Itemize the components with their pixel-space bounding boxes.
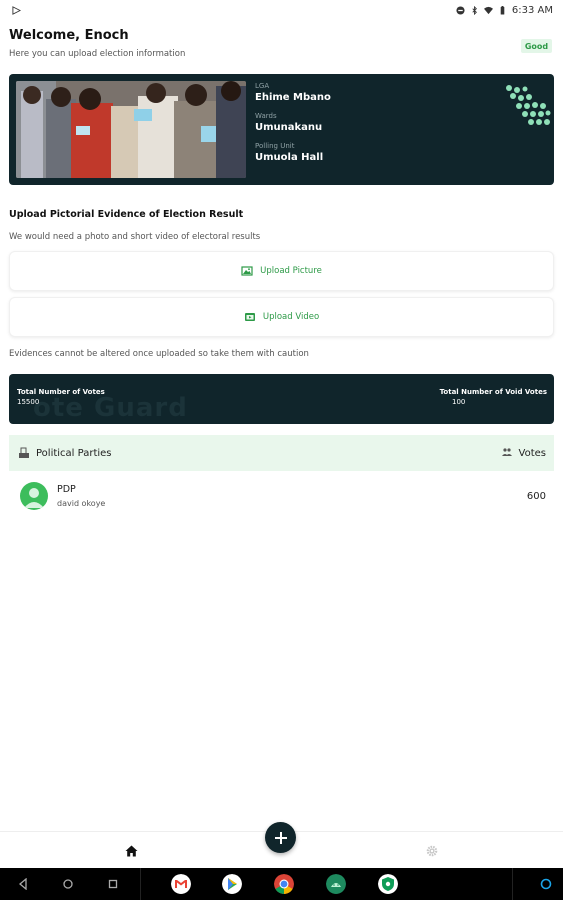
upload-section-title: Upload Pictorial Evidence of Election Re… (9, 209, 244, 220)
taskbar-divider (512, 868, 513, 900)
wards-label: Wards (255, 112, 277, 120)
party-info: PDP david okoye (57, 484, 527, 508)
recents-icon[interactable] (107, 878, 119, 890)
welcome-subtitle: Here you can upload election information (9, 49, 186, 59)
home-icon[interactable] (125, 845, 138, 857)
polling-info-card: LGA Ehime Mbano Wards Umunakanu Polling … (9, 74, 554, 185)
alexa-icon[interactable] (540, 878, 552, 890)
party-row[interactable]: PDP david okoye 600 (9, 472, 554, 520)
votes-header-label: Votes (518, 447, 546, 459)
party-votes: 600 (526, 490, 546, 502)
welcome-title: Welcome, Enoch (9, 28, 129, 43)
people-icon (501, 448, 512, 456)
wards-value: Umunakanu (255, 122, 323, 133)
candidate-name: david okoye (57, 499, 106, 508)
votes-summary-card: ote Guard Total Number of Votes 15500 To… (9, 374, 554, 424)
gear-icon[interactable] (426, 845, 438, 857)
polling-unit-label: Polling Unit (255, 142, 295, 150)
battery-icon (500, 5, 505, 15)
status-icons: 6:33 AM (456, 5, 553, 16)
party-name: PDP (57, 484, 76, 495)
dots-logo-icon (506, 85, 551, 125)
add-fab-button[interactable] (265, 822, 296, 853)
home-circle-icon[interactable] (62, 878, 74, 890)
lga-value: Ehime Mbano (255, 92, 331, 103)
total-votes-label: Total Number of Votes (17, 388, 105, 396)
parties-column-header: Political Parties (18, 447, 112, 459)
person-icon (24, 488, 44, 508)
gmail-icon[interactable] (171, 874, 191, 894)
wifi-icon (483, 6, 493, 14)
upload-video-label: Upload Video (262, 312, 320, 322)
back-icon[interactable] (17, 878, 29, 890)
parties-table-header: Political Parties Votes (9, 435, 554, 471)
video-icon (244, 313, 255, 321)
chrome-icon[interactable] (274, 874, 294, 894)
system-taskbar (0, 868, 563, 900)
polling-info-fields: LGA Ehime Mbano Wards Umunakanu Polling … (255, 82, 331, 172)
upload-video-button[interactable]: Upload Video (9, 297, 554, 337)
android-app-icon[interactable] (326, 874, 346, 894)
upload-picture-button[interactable]: Upload Picture (9, 251, 554, 291)
shield-app-icon[interactable] (378, 874, 398, 894)
bluetooth-icon (472, 5, 477, 15)
play-store-icon[interactable] (222, 874, 242, 894)
status-badge: Good (521, 39, 552, 53)
dnd-icon (456, 5, 465, 15)
lga-label: LGA (255, 82, 270, 90)
status-time: 6:33 AM (511, 4, 553, 16)
status-bar: 6:33 AM (0, 0, 563, 20)
caution-text: Evidences cannot be altered once uploade… (9, 349, 309, 359)
total-votes-value: 15500 (17, 398, 40, 406)
plus-icon (274, 831, 287, 844)
ballot-icon (19, 447, 29, 458)
avatar (20, 482, 48, 510)
upload-section-subtitle: We would need a photo and short video of… (9, 232, 261, 242)
image-icon (241, 266, 253, 276)
election-photo (16, 81, 246, 178)
votes-column-header: Votes (501, 447, 546, 459)
watermark-text: ote Guard (33, 393, 188, 423)
upload-picture-label: Upload Picture (260, 266, 322, 276)
polling-unit-value: Umuola Hall (255, 152, 324, 163)
parties-header-label: Political Parties (36, 447, 112, 459)
taskbar-divider (140, 868, 141, 900)
void-votes-label: Total Number of Void Votes (439, 388, 547, 396)
void-votes-value: 100 (452, 398, 466, 406)
play-notification-icon (12, 5, 21, 15)
